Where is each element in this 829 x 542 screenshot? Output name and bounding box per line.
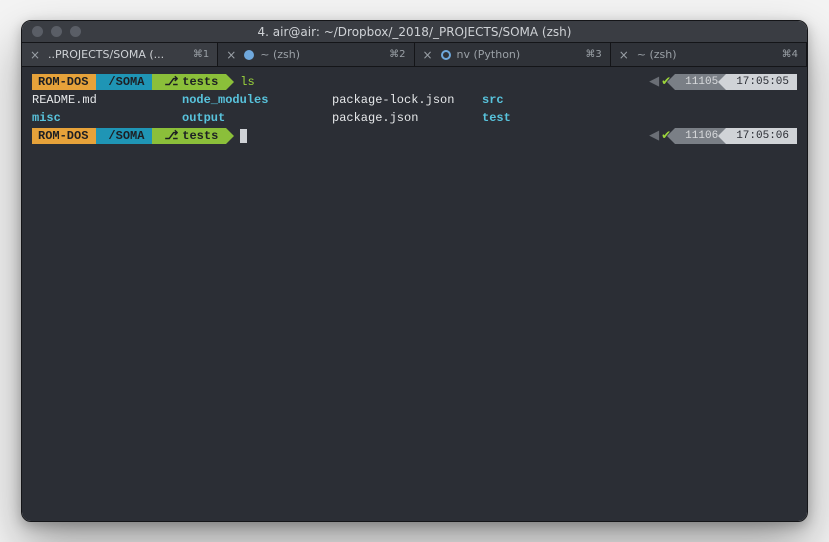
- tab-bar: × ..PROJECTS/SOMA (... ⌘1 × ~ (zsh) ⌘2 × nv (Py…: [22, 43, 807, 67]
- ls-entry: output: [182, 109, 332, 127]
- prompt-right-status: ◀✔1110517:05:05: [649, 73, 797, 91]
- prompt-path: /SOMA: [96, 74, 152, 90]
- tab-2[interactable]: × ~ (zsh) ⌘2: [218, 43, 414, 66]
- chevron-left-icon: ◀: [649, 73, 659, 91]
- ls-entry: package-lock.json: [332, 91, 482, 109]
- time-badge: 17:05:05: [726, 74, 797, 90]
- prompt-right-status: ◀✔1110617:05:06: [649, 127, 797, 145]
- ls-entry: misc: [32, 109, 182, 127]
- ls-output-row: README.mdnode_modulespackage-lock.jsonsr…: [32, 91, 797, 109]
- prompt-branch: ⎇tests: [152, 128, 226, 144]
- tab-3[interactable]: × nv (Python) ⌘3: [415, 43, 611, 66]
- prompt-branch: ⎇tests: [152, 74, 226, 90]
- tab-shortcut: ⌘1: [193, 49, 209, 60]
- tab-shortcut: ⌘3: [585, 49, 601, 60]
- close-tab-icon[interactable]: ×: [423, 48, 435, 62]
- window-title: 4. air@air: ~/Dropbox/_2018/_PROJECTS/SO…: [30, 25, 799, 39]
- titlebar[interactable]: 4. air@air: ~/Dropbox/_2018/_PROJECTS/SO…: [22, 21, 807, 43]
- time-badge: 17:05:06: [726, 128, 797, 144]
- ls-entry: test: [482, 109, 632, 127]
- tab-label: nv (Python): [457, 48, 580, 61]
- tab-label: ~ (zsh): [260, 48, 383, 61]
- tab-shortcut: ⌘4: [782, 49, 798, 60]
- traffic-lights: [32, 26, 81, 37]
- tab-label: ~ (zsh): [637, 48, 776, 61]
- activity-icon: [441, 50, 451, 60]
- ls-entry: package.json: [332, 109, 482, 127]
- minimize-icon[interactable]: [51, 26, 62, 37]
- activity-icon: [244, 50, 254, 60]
- command-text: ls: [240, 73, 254, 91]
- tab-4[interactable]: × ~ (zsh) ⌘4: [611, 43, 807, 66]
- chevron-left-icon: ◀: [649, 127, 659, 145]
- prompt: ROM-DOS/SOMA⎇tests: [32, 74, 226, 90]
- prompt: ROM-DOS/SOMA⎇tests: [32, 128, 226, 144]
- tab-label: ..PROJECTS/SOMA (...: [48, 48, 187, 61]
- ls-entry: README.md: [32, 91, 182, 109]
- terminal-body[interactable]: ROM-DOS/SOMA⎇testsls◀✔1110517:05:05READM…: [22, 67, 807, 521]
- close-tab-icon[interactable]: ×: [226, 48, 238, 62]
- close-icon[interactable]: [32, 26, 43, 37]
- prompt-user: ROM-DOS: [32, 128, 96, 144]
- tab-shortcut: ⌘2: [389, 49, 405, 60]
- zoom-icon[interactable]: [70, 26, 81, 37]
- ls-entry: node_modules: [182, 91, 332, 109]
- cursor: [240, 129, 247, 143]
- ls-entry: src: [482, 91, 632, 109]
- close-tab-icon[interactable]: ×: [619, 48, 631, 62]
- prompt-path: /SOMA: [96, 128, 152, 144]
- prompt-user: ROM-DOS: [32, 74, 96, 90]
- terminal-window: 4. air@air: ~/Dropbox/_2018/_PROJECTS/SO…: [21, 20, 808, 522]
- ls-output-row: miscoutputpackage.jsontest: [32, 109, 797, 127]
- close-tab-icon[interactable]: ×: [30, 48, 42, 62]
- tab-1[interactable]: × ..PROJECTS/SOMA (... ⌘1: [22, 43, 218, 66]
